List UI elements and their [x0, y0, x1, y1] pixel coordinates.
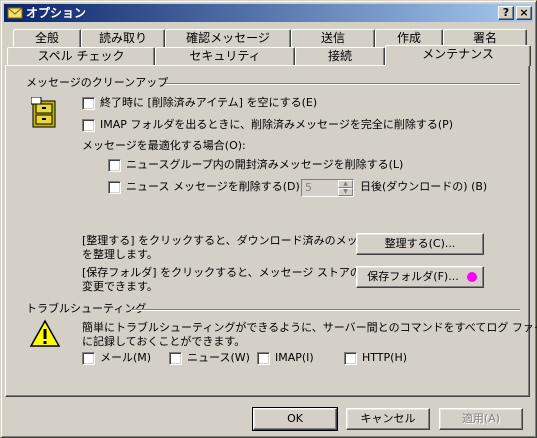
- title-bar[interactable]: オプション ? ×: [4, 4, 533, 22]
- store-folder-button-label: 保存フォルダ(F)...: [367, 270, 459, 283]
- options-dialog: オプション ? × 全般 読み取り 確認メッセージ 送信 作成 署名 スペル チ…: [0, 0, 537, 438]
- cleanup-messages-button[interactable]: 整理する(C)...: [356, 233, 484, 255]
- days-suffix-label: 日後(ダウンロードの) (B): [360, 180, 488, 193]
- store-desc-1: [保存フォルダ] をクリックすると、メッセージ ストアの場所を: [82, 266, 394, 279]
- tab-spelling[interactable]: スペル チェック: [7, 47, 155, 65]
- pink-dot-marker: [467, 272, 477, 282]
- troubleshoot-desc-1: 簡単にトラブルシューティングができるように、サーバー間とのコマンドをすべてログ …: [82, 321, 537, 334]
- log-mail-checkbox[interactable]: [82, 352, 95, 365]
- cleanup-desc-2: を整理します。: [82, 248, 158, 261]
- ok-button-label: OK: [287, 412, 303, 425]
- cleanup-divider: [165, 83, 520, 85]
- file-cabinet-icon: [31, 97, 56, 128]
- purge-imap-checkbox[interactable]: [82, 119, 95, 132]
- cancel-button-label: キャンセル: [360, 412, 416, 425]
- log-http-label[interactable]: HTTP(H): [362, 351, 407, 365]
- purge-imap-label[interactable]: IMAP フォルダを出るときに、削除済みメッセージを完全に削除する(P): [100, 118, 453, 132]
- delete-read-news-label[interactable]: ニュースグループ内の開封済みメッセージを削除する(L): [126, 158, 403, 172]
- warning-icon: [29, 319, 61, 347]
- log-imap-checkbox[interactable]: [257, 352, 270, 365]
- tab-connection[interactable]: 接続: [295, 47, 385, 65]
- compact-label: メッセージを最適化する場合(O):: [82, 139, 246, 152]
- log-mail-label[interactable]: メール(M): [100, 351, 151, 365]
- spin-up-icon[interactable]: ▲: [338, 180, 353, 188]
- log-news-label[interactable]: ニュース(W): [187, 351, 250, 365]
- troubleshoot-desc-2: に記録しておくことができます。: [82, 335, 246, 348]
- log-news-checkbox[interactable]: [169, 352, 182, 365]
- tab-general[interactable]: 全般: [13, 29, 81, 47]
- tab-read[interactable]: 読み取り: [81, 29, 165, 47]
- close-button[interactable]: ×: [516, 6, 532, 20]
- empty-deleted-label[interactable]: 終了時に [削除済みアイテム] を空にする(E): [100, 96, 317, 110]
- help-button[interactable]: ?: [498, 6, 514, 20]
- window-title: オプション: [26, 6, 87, 20]
- delete-read-news-checkbox[interactable]: [108, 159, 121, 172]
- empty-deleted-checkbox[interactable]: [82, 97, 95, 110]
- tab-send[interactable]: 送信: [291, 29, 375, 47]
- log-imap-label[interactable]: IMAP(I): [275, 351, 314, 365]
- store-folder-button[interactable]: 保存フォルダ(F)...: [356, 266, 484, 288]
- delete-news-checkbox[interactable]: [108, 181, 121, 194]
- store-desc-2: 変更できます。: [82, 280, 158, 293]
- spin-down-icon[interactable]: ▼: [338, 188, 353, 196]
- delete-news-label[interactable]: ニュース メッセージを削除する(D): [126, 180, 300, 194]
- ok-button[interactable]: OK: [252, 407, 338, 431]
- days-spinner[interactable]: 5 ▲ ▼: [301, 179, 354, 197]
- cleanup-messages-button-label: 整理する(C)...: [384, 237, 456, 250]
- tab-receipts[interactable]: 確認メッセージ: [165, 29, 291, 47]
- apply-button[interactable]: 適用(A): [439, 408, 523, 430]
- days-value: 5: [305, 181, 312, 194]
- log-http-checkbox[interactable]: [344, 352, 357, 365]
- outlook-express-icon: [7, 7, 23, 19]
- tab-security[interactable]: セキュリティ: [155, 47, 295, 65]
- troubleshoot-divider: [131, 309, 520, 311]
- troubleshoot-heading: トラブルシューティング: [26, 302, 147, 315]
- cancel-button[interactable]: キャンセル: [346, 408, 430, 430]
- tab-maintenance[interactable]: メンテナンス: [385, 45, 531, 66]
- apply-button-label: 適用(A): [461, 412, 501, 425]
- cleanup-desc-1: [整理する] をクリックすると、ダウンロード済みのメッセージ: [82, 234, 391, 247]
- cleanup-heading: メッセージのクリーンアップ: [26, 76, 169, 89]
